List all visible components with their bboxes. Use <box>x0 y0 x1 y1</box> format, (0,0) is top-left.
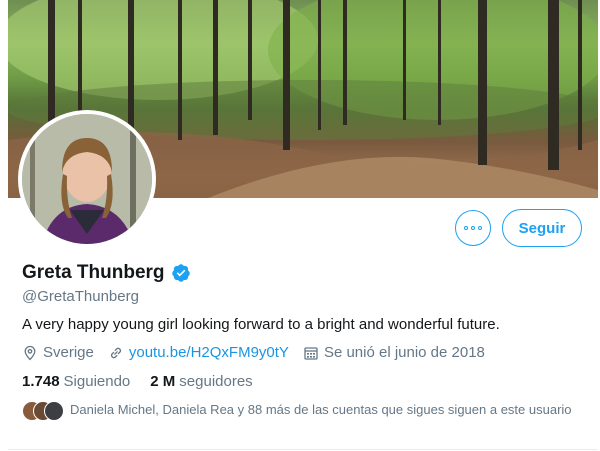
profile-stats: 1.748 Siguiendo 2 Mseguidores <box>22 373 273 390</box>
link-icon <box>110 347 121 358</box>
user-handle: @GretaThunberg <box>22 288 139 305</box>
following-label: Siguiendo <box>63 373 131 390</box>
joined-text: Se unió el junio de 2018 <box>323 344 485 361</box>
follower-avatar-stack <box>22 401 68 421</box>
more-dots-icon <box>464 226 482 230</box>
location-text: Sverige <box>43 344 94 361</box>
profile-bio: A very happy young girl looking forward … <box>22 316 500 333</box>
avatar-portrait-art <box>22 114 152 244</box>
follower-avatar <box>44 401 64 421</box>
followers-you-know[interactable]: Daniela Michel, Daniela Rea y 88 más de … <box>22 400 582 421</box>
location-pin-icon <box>24 345 36 360</box>
display-name: Greta Thunberg <box>22 262 165 283</box>
followers-label: seguidores <box>179 373 253 390</box>
avatar-photo <box>22 114 152 244</box>
profile-avatar[interactable] <box>18 110 156 248</box>
profile-card: Seguir Greta Thunberg @GretaThunberg A v… <box>0 0 600 451</box>
name-row: Greta Thunberg <box>22 262 191 284</box>
follow-button[interactable]: Seguir <box>502 209 582 247</box>
following-link[interactable]: 1.748 Siguiendo <box>22 373 130 390</box>
profile-meta: Sverige youtu.be/H2QxFM9y0tY Se unió el … <box>22 344 499 361</box>
card-divider <box>8 449 598 450</box>
verified-badge-icon <box>171 264 190 282</box>
website-link[interactable]: youtu.be/H2QxFM9y0tY <box>129 344 289 361</box>
followers-count: 2 M <box>150 373 176 390</box>
following-count: 1.748 <box>22 373 60 390</box>
followers-link[interactable]: 2 Mseguidores <box>150 373 252 390</box>
location-item: Sverige <box>22 344 94 361</box>
followers-you-know-text: Daniela Michel, Daniela Rea y 88 más de … <box>70 402 572 417</box>
website-item: youtu.be/H2QxFM9y0tY <box>108 344 289 361</box>
calendar-icon <box>304 346 318 360</box>
more-options-button[interactable] <box>455 210 491 246</box>
joined-item: Se unió el junio de 2018 <box>303 344 485 361</box>
